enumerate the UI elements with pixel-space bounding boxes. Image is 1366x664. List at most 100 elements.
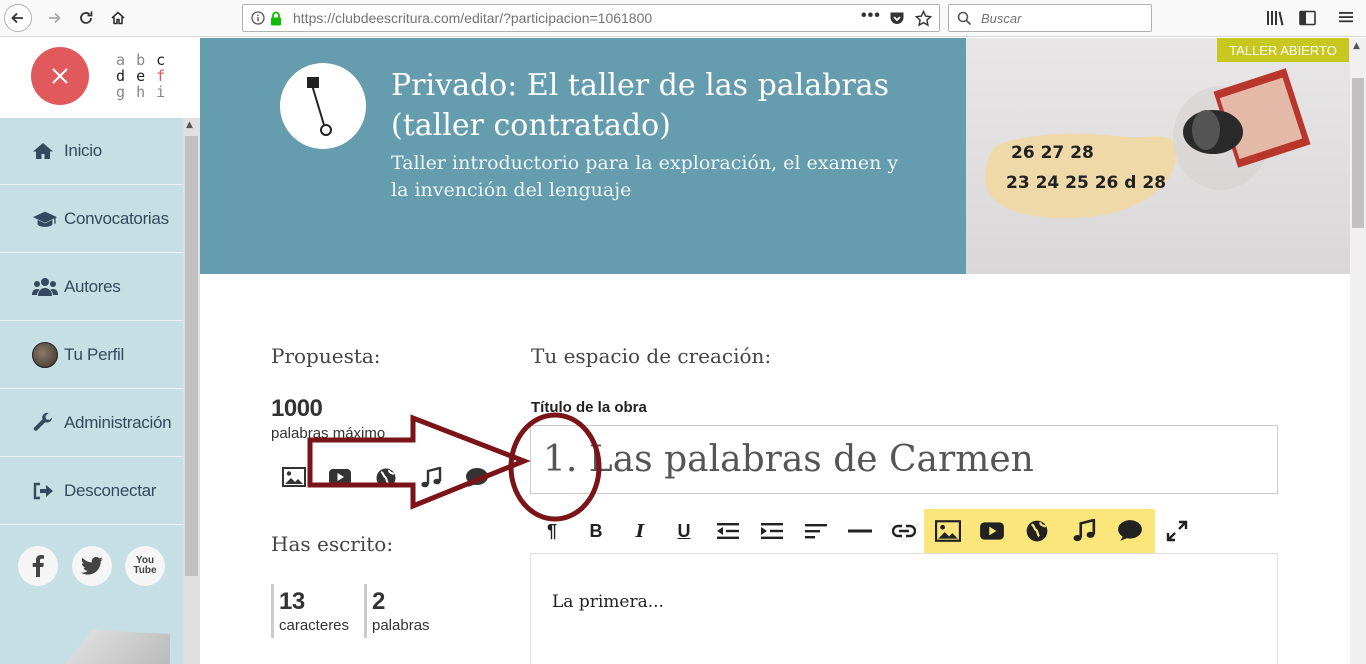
- music-icon: [1073, 519, 1096, 542]
- home-icon: [33, 143, 53, 159]
- creation-space-heading: Tu espacio de creación:: [531, 344, 772, 368]
- work-title-input[interactable]: [530, 425, 1278, 494]
- info-icon[interactable]: [251, 11, 265, 25]
- insert-video-button[interactable]: [970, 509, 1014, 553]
- outdent-button[interactable]: [706, 509, 750, 553]
- photo-number-row: 23 24 25 26 d 28: [1006, 173, 1166, 193]
- search-bar[interactable]: Buscar: [948, 4, 1152, 32]
- sidebar-scrollbar-thumb[interactable]: [185, 136, 198, 576]
- sidebar-divider: [0, 184, 183, 185]
- youtube-button[interactable]: You Tube: [125, 546, 165, 586]
- insert-audio-button[interactable]: [1062, 509, 1106, 553]
- url-bar[interactable]: https://clubdeescritura.com/editar/?part…: [242, 4, 940, 32]
- sidebar-item-label: Tu Perfil: [64, 345, 124, 364]
- scroll-up-arrow-icon[interactable]: ▲: [1353, 41, 1360, 51]
- facebook-icon: [32, 555, 44, 577]
- wrench-icon: [33, 412, 53, 431]
- paragraph-icon: ¶: [546, 520, 557, 541]
- italic-button[interactable]: I: [618, 509, 662, 553]
- link-button[interactable]: [882, 509, 926, 553]
- twitter-icon: [81, 557, 103, 575]
- site-logo[interactable]: a b c d e f g h i: [116, 52, 166, 100]
- sidebar-item-convocatorias[interactable]: Convocatorias: [32, 203, 169, 235]
- bookmark-star-icon[interactable]: [915, 10, 932, 27]
- home-button[interactable]: [104, 4, 132, 32]
- key-icon: [307, 77, 332, 136]
- written-heading: Has escrito:: [271, 532, 394, 556]
- sidebar-toggle-icon[interactable]: [1299, 10, 1316, 26]
- sidebar-item-desconectar[interactable]: Desconectar: [32, 475, 156, 507]
- reload-button[interactable]: [72, 4, 100, 32]
- scroll-up-arrow-icon[interactable]: ▲: [186, 120, 193, 130]
- bold-button[interactable]: B: [574, 509, 618, 553]
- browser-toolbar: https://clubdeescritura.com/editar/?part…: [0, 0, 1366, 37]
- image-icon: [282, 467, 306, 487]
- image-icon: [935, 520, 961, 542]
- insert-comment-button[interactable]: [1108, 509, 1152, 553]
- sidebar-item-autores[interactable]: Autores: [32, 271, 121, 303]
- back-button[interactable]: [4, 4, 32, 32]
- counter-divider: [364, 584, 367, 638]
- page-scrollbar-thumb[interactable]: [1352, 78, 1364, 228]
- search-icon: [957, 11, 972, 26]
- link-icon: [892, 524, 916, 538]
- twitter-button[interactable]: [72, 546, 112, 586]
- editor-content[interactable]: La primera...: [530, 554, 1278, 664]
- work-title-label: Título de la obra: [531, 399, 647, 416]
- bold-icon: B: [589, 520, 603, 541]
- avatar: [32, 342, 58, 368]
- word-count-label: palabras: [372, 617, 430, 634]
- workshop-subtitle: Taller introductorio para la exploración…: [391, 152, 899, 201]
- outdent-icon: [717, 523, 739, 539]
- horizontal-rule-button[interactable]: [838, 509, 882, 553]
- counter-divider: [271, 584, 274, 638]
- sidebar-item-label: Desconectar: [64, 481, 157, 500]
- facebook-button[interactable]: [18, 546, 58, 586]
- align-left-button[interactable]: [794, 509, 838, 553]
- underline-button[interactable]: U: [662, 509, 706, 553]
- comment-icon: [466, 468, 488, 487]
- sidebar-divider: [0, 456, 183, 457]
- workshop-photo: 26 27 28 23 24 25 26 d 28: [966, 38, 1350, 274]
- forward-button[interactable]: [40, 4, 68, 32]
- pocket-icon[interactable]: [889, 11, 905, 26]
- arrow-right-icon: [49, 12, 61, 24]
- home-icon: [111, 11, 125, 25]
- word-count: 2: [372, 588, 385, 615]
- photo-illustration: 26 27 28 23 24 25 26 d 28: [985, 68, 1311, 219]
- fullscreen-icon: [1166, 520, 1188, 542]
- hamburger-menu-icon[interactable]: [1338, 9, 1354, 25]
- indent-button[interactable]: [750, 509, 794, 553]
- italic-icon: I: [635, 520, 645, 542]
- sidebar-item-administracion[interactable]: Administración: [32, 407, 172, 439]
- library-icon[interactable]: [1266, 10, 1284, 26]
- underline-icon: U: [677, 520, 691, 541]
- close-button[interactable]: [31, 47, 89, 105]
- photo-number-row: 26 27 28: [1011, 143, 1094, 163]
- sidebar-item-label: Inicio: [64, 141, 102, 160]
- page-actions-icon[interactable]: •••: [861, 7, 881, 25]
- workshop-header: Privado: El taller de las palabras (tall…: [200, 38, 966, 274]
- paragraph-button[interactable]: ¶: [530, 509, 574, 553]
- sidebar-item-label: Administración: [64, 413, 172, 432]
- insert-image-button[interactable]: [926, 509, 970, 553]
- video-icon: [329, 469, 351, 485]
- music-icon: [421, 467, 442, 488]
- workshop-title: Privado: El taller de las palabras (tall…: [391, 68, 889, 143]
- sidebar-item-inicio[interactable]: Inicio: [32, 135, 102, 167]
- insert-map-button[interactable]: [1015, 509, 1059, 553]
- max-words-label: palabras máximo: [271, 425, 386, 442]
- max-words-count: 1000: [271, 395, 323, 422]
- workshop-status-badge: TALLER ABIERTO: [1217, 38, 1349, 62]
- sidebar-divider: [0, 320, 183, 321]
- comment-icon: [1118, 520, 1142, 541]
- fullscreen-button[interactable]: [1155, 509, 1199, 553]
- sidebar-item-tu-perfil[interactable]: Tu Perfil: [32, 339, 124, 371]
- sidebar-item-label: Convocatorias: [64, 209, 169, 228]
- character-count: 13: [279, 588, 305, 615]
- sidebar-item-label: Autores: [64, 277, 121, 296]
- editor-toolbar: ¶ B I U: [530, 509, 1278, 554]
- users-icon: [32, 278, 58, 296]
- indent-icon: [761, 523, 783, 539]
- character-count-label: caracteres: [279, 617, 350, 634]
